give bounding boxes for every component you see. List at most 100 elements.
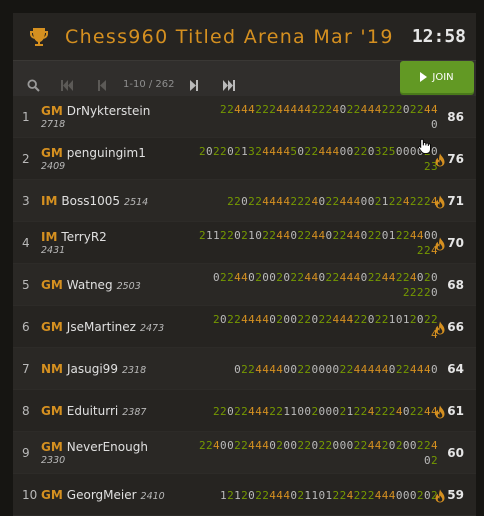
hand-cursor-icon: [418, 138, 431, 154]
player-name[interactable]: Eduiturri: [67, 404, 118, 418]
player-rating: 2718: [41, 119, 66, 130]
total-score: 64: [447, 362, 464, 376]
fire-streak-icon: [434, 320, 446, 335]
player-name-line: IM Boss1005 2514: [41, 194, 148, 208]
player-cell[interactable]: NM Jasugi99 2318: [41, 348, 146, 390]
next-page-icon: [189, 79, 198, 91]
trophy-icon: [30, 27, 48, 46]
fire-streak-icon: [434, 236, 446, 251]
join-button[interactable]: JOIN: [400, 61, 474, 93]
score-sheet-line: 2244422244444222402244422202244: [220, 103, 438, 116]
score-sheet: 22022444221100200021224222402244: [213, 390, 438, 432]
score-sheet: 02244020020224402244402244224020 22220: [213, 264, 438, 306]
table-row[interactable]: 5 GM Watneg 2503 022440200202244022444022442…: [13, 264, 476, 306]
total-score: 76: [447, 152, 464, 166]
player-name-line: NM Jasugi99 2318: [41, 362, 146, 376]
table-row[interactable]: 8 GM Eduiturri 2387 220224442211002000212242…: [13, 390, 476, 432]
player-name[interactable]: Jasugi99: [67, 362, 118, 376]
player-cell[interactable]: IM Boss1005 2514: [41, 180, 148, 222]
player-cell[interactable]: IM TerryR2 2431: [41, 222, 107, 264]
score-sheet: 20224444020022022444220221012022 4: [213, 306, 438, 348]
player-cell[interactable]: GM penguingim1 2409: [41, 138, 146, 180]
player-name-line: GM GeorgMeier 2410: [41, 488, 165, 502]
player-cell[interactable]: GM GeorgMeier 2410: [41, 474, 165, 516]
tournament-panel: Chess960 Titled Arena Mar '19 12:58 1-10…: [13, 13, 476, 516]
rank-cell: 8: [22, 404, 30, 418]
player-title: GM: [41, 404, 63, 418]
player-name[interactable]: Boss1005: [61, 194, 120, 208]
player-name[interactable]: JseMartinez: [67, 320, 136, 334]
total-score: 61: [447, 404, 464, 418]
table-row[interactable]: 2 GM penguingim1 2409 2022021324444502244400…: [13, 138, 476, 180]
player-rating: 2409: [41, 161, 66, 172]
score-sheet-line: 22022444221100200021224222402244: [213, 404, 438, 418]
player-cell[interactable]: GM NeverEnough 2330: [41, 432, 148, 474]
score-sheet-line: 22220: [402, 286, 438, 299]
player-name[interactable]: Watneg: [67, 278, 113, 292]
score-sheet: 02244440022000022444440224440: [234, 348, 438, 390]
player-rating: 2431: [41, 245, 66, 256]
player-cell[interactable]: GM JseMartinez 2473: [41, 306, 164, 348]
total-score: 68: [447, 278, 464, 292]
player-title: GM: [41, 320, 63, 334]
player-name-line: GM Eduiturri 2387: [41, 404, 146, 418]
player-name-line: IM TerryR2: [41, 230, 107, 244]
fire-streak-icon: [434, 404, 446, 419]
player-name-line: GM NeverEnough: [41, 440, 148, 454]
player-cell[interactable]: GM Watneg 2503: [41, 264, 141, 306]
player-title: IM: [41, 194, 58, 208]
score-sheet-line: 2022021324444502244400220325000020: [198, 145, 438, 158]
table-row[interactable]: 3 IM Boss1005 2514 2202244442224022444002122…: [13, 180, 476, 222]
tournament-header: Chess960 Titled Arena Mar '19 12:58: [13, 13, 476, 60]
rank-cell: 7: [22, 362, 30, 376]
total-score: 86: [447, 110, 464, 124]
play-icon: [420, 72, 428, 82]
fire-streak-icon: [434, 152, 446, 167]
total-score: 66: [447, 320, 464, 334]
player-title: GM: [41, 440, 63, 454]
player-rating: 2410: [140, 491, 165, 502]
prev-page-icon: [97, 79, 106, 91]
countdown-clock: 12:58: [411, 26, 466, 47]
table-row[interactable]: 9 GM NeverEnough 2330 2240022444020022022000…: [13, 432, 476, 474]
score-sheet-line: 02: [423, 454, 438, 467]
score-sheet: 2244422244444222402244422202244 0: [220, 96, 438, 138]
table-row[interactable]: 4 IM TerryR2 2431 21122021022440224402244022…: [13, 222, 476, 264]
player-name-line: GM DrNykterstein: [41, 104, 150, 118]
rank-cell: 5: [22, 278, 30, 292]
total-score: 60: [447, 446, 464, 460]
first-page-icon: [60, 79, 73, 91]
player-cell[interactable]: GM Eduiturri 2387: [41, 390, 146, 432]
player-rating: 2330: [41, 455, 66, 466]
rank-cell: 2: [22, 152, 30, 166]
player-rating: 2473: [139, 323, 165, 334]
player-cell[interactable]: GM DrNykterstein 2718: [41, 96, 150, 138]
score-sheet: 202202132444450224440022032500002023: [199, 138, 438, 180]
player-title: GM: [41, 488, 63, 502]
score-sheet: 1212022444021101224222444000202: [220, 474, 438, 516]
rank-cell: 9: [22, 446, 30, 460]
total-score: 71: [447, 194, 464, 208]
player-name-line: GM penguingim1: [41, 146, 146, 160]
score-sheet-line: 0: [430, 118, 438, 131]
player-rating: 2503: [116, 281, 141, 292]
player-name[interactable]: TerryR2: [61, 230, 106, 244]
fire-streak-icon: [434, 488, 446, 503]
fire-streak-icon: [434, 194, 446, 209]
player-rating: 2387: [122, 407, 147, 418]
player-name[interactable]: GeorgMeier: [67, 488, 137, 502]
tournament-title: Chess960 Titled Arena Mar '19: [65, 25, 394, 48]
player-name[interactable]: NeverEnough: [67, 440, 148, 454]
table-row[interactable]: 7 NM Jasugi99 2318 0224444002200002244444022…: [13, 348, 476, 390]
rank-cell: 4: [22, 236, 30, 250]
player-name[interactable]: penguingim1: [67, 146, 146, 160]
table-row[interactable]: 1 GM DrNykterstein 2718 22444222444442224022…: [13, 96, 476, 138]
score-sheet-line: 02244440022000022444440224440: [234, 362, 438, 376]
last-page-icon: [222, 79, 235, 91]
score-sheet-line: 220224444222402244400212242224: [227, 194, 438, 208]
player-title: GM: [41, 278, 63, 292]
player-rating: 2514: [124, 197, 149, 208]
table-row[interactable]: 10 GM GeorgMeier 2410 1212022444021101224222…: [13, 474, 476, 516]
table-row[interactable]: 6 GM JseMartinez 2473 2022444402002202244422…: [13, 306, 476, 348]
player-name[interactable]: DrNykterstein: [67, 104, 151, 118]
